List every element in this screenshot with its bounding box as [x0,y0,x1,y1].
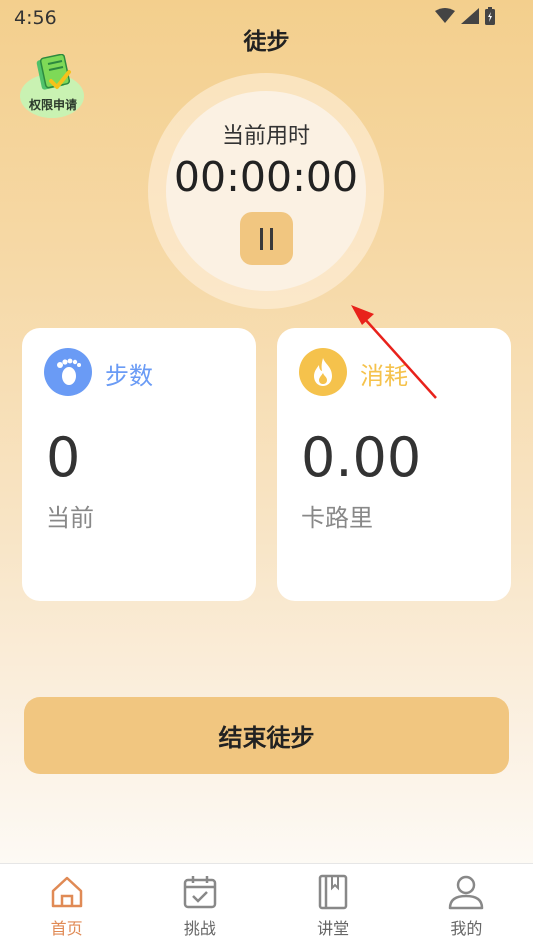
calories-value: 0.00 [301,426,422,489]
footprint-icon [44,348,92,396]
calories-card: 消耗 0.00 卡路里 [277,328,511,601]
steps-value: 0 [46,426,81,489]
checklist-document-icon [36,54,71,90]
pause-icon-bar [270,227,273,250]
timer-value: 00:00:00 [173,153,359,201]
permission-request-button[interactable]: 权限申请 [16,52,90,120]
nav-label-challenge: 挑战 [183,919,216,938]
calories-unit: 卡路里 [301,504,373,532]
calendar-check-icon [183,876,217,909]
steps-title: 步数 [105,362,153,390]
nav-label-mine: 我的 [450,919,483,938]
steps-card: 步数 0 当前 [22,328,256,601]
user-icon [449,875,484,910]
nav-item-mine[interactable]: 我的 [400,864,533,948]
page-title: 徒步 [243,29,290,55]
timer-label: 当前用时 [221,124,310,149]
bottom-nav: 首页 挑战 讲堂 我的 [0,863,533,948]
end-hike-button[interactable]: 结束徒步 [24,697,509,774]
nav-label-lecture: 讲堂 [317,919,350,938]
pause-button[interactable] [240,212,293,265]
nav-item-home[interactable]: 首页 [0,864,133,948]
nav-label-home: 首页 [50,919,83,938]
calories-title: 消耗 [360,362,408,390]
home-icon [51,876,82,908]
nav-item-challenge[interactable]: 挑战 [133,864,266,948]
steps-unit: 当前 [46,504,94,532]
pause-icon [260,227,263,250]
permission-label: 权限申请 [28,98,77,112]
book-icon [318,874,348,910]
flame-icon [299,348,347,396]
nav-item-lecture[interactable]: 讲堂 [267,864,400,948]
